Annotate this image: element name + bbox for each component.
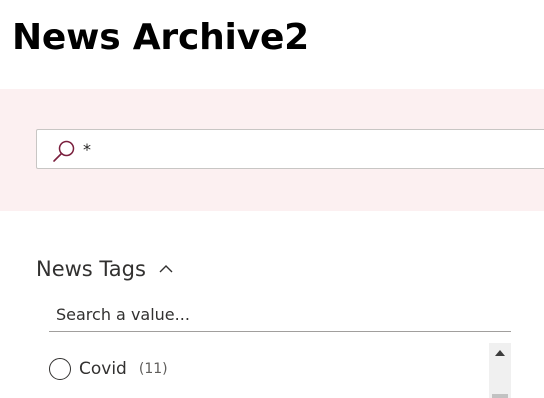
radio-button[interactable]: [49, 358, 71, 380]
scroll-thumb[interactable]: [492, 394, 508, 398]
page: News Archive2 News Tags Covid (11): [0, 0, 544, 398]
list-item[interactable]: Covid (11): [49, 356, 168, 382]
search-band: [0, 89, 544, 211]
search-icon: [52, 139, 76, 163]
chevron-up-icon[interactable]: [158, 261, 174, 277]
page-title: News Archive2: [12, 17, 310, 58]
refiner-value-list: Covid (11): [49, 343, 511, 398]
item-count: (11): [138, 361, 168, 377]
refiner-header-news-tags[interactable]: News Tags: [36, 254, 174, 284]
list-scrollbar[interactable]: [489, 343, 511, 398]
item-label: Covid: [79, 359, 127, 379]
refiner-title: News Tags: [36, 257, 146, 281]
value-search-input[interactable]: [49, 298, 511, 332]
scroll-up-arrow-icon[interactable]: [495, 350, 505, 356]
search-box[interactable]: [36, 129, 544, 169]
search-input[interactable]: [83, 132, 543, 166]
